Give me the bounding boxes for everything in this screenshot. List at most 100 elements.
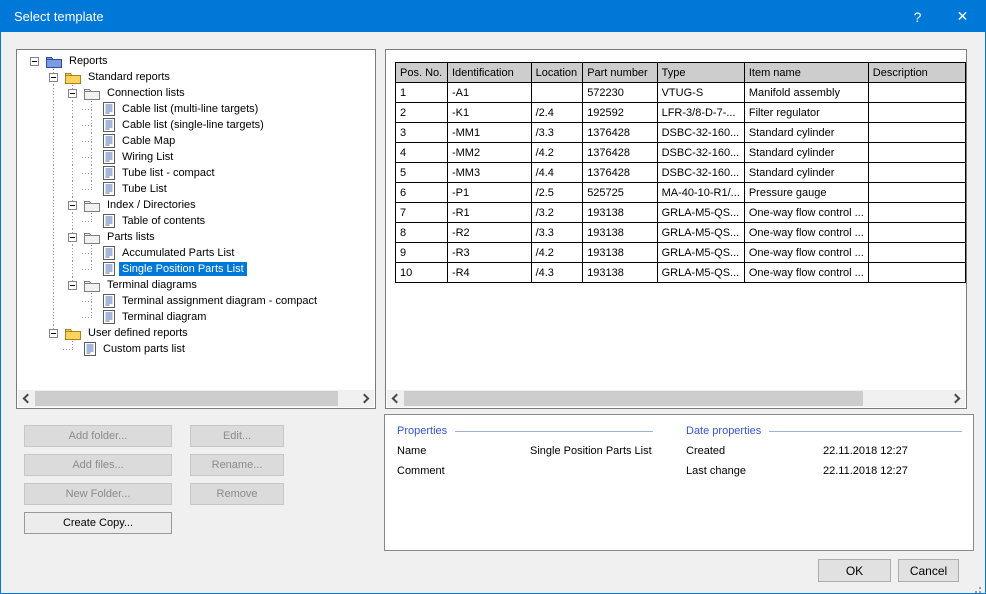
- tree-hscrollbar[interactable]: [18, 390, 374, 407]
- edit-button[interactable]: Edit...: [190, 425, 284, 447]
- table-cell: -K1: [447, 103, 531, 123]
- table-cell: -R3: [447, 243, 531, 263]
- tree-connector: [63, 277, 82, 293]
- tree-connector: [82, 261, 101, 277]
- tree-item-label: Single Position Parts List: [119, 262, 247, 276]
- tree-item-label: Custom parts list: [100, 342, 188, 356]
- property-label: Last change: [686, 465, 823, 479]
- document-icon: [103, 294, 115, 308]
- tree-item[interactable]: Single Position Parts List: [19, 261, 373, 277]
- table-hscrollbar-thumb[interactable]: [404, 391, 863, 406]
- tree-hscrollbar-thumb[interactable]: [35, 391, 338, 406]
- left-button-column: Add folder... Add files... New Folder... Cr…: [24, 425, 172, 541]
- tree-branch-line: [82, 141, 92, 142]
- tree-item[interactable]: Custom parts list: [19, 341, 373, 357]
- table-cell: [868, 223, 965, 243]
- tree-guide-line: [63, 293, 82, 309]
- folder-gray-icon: [84, 279, 100, 292]
- column-header: Identification: [447, 63, 531, 83]
- tree-connector: [63, 197, 82, 213]
- table-cell: /2.5: [531, 183, 583, 203]
- table-cell: Standard cylinder: [744, 123, 868, 143]
- table-body: 1-A1572230VTUG-SManifold assembly2-K1/2.…: [396, 83, 966, 283]
- tree-item[interactable]: Cable Map: [19, 133, 373, 149]
- tree-item[interactable]: Connection lists: [19, 85, 373, 101]
- expand-toggle-icon[interactable]: [49, 329, 58, 338]
- scroll-left-arrow-icon[interactable]: [387, 390, 404, 407]
- tree-item[interactable]: Reports: [19, 53, 373, 69]
- new-folder-button[interactable]: New Folder...: [24, 483, 172, 505]
- remove-button[interactable]: Remove: [190, 483, 284, 505]
- tree-guide-line: [44, 245, 63, 261]
- tree-guide-line: [25, 213, 44, 229]
- table-cell: [531, 83, 583, 103]
- ok-button[interactable]: OK: [818, 559, 891, 582]
- tree-item[interactable]: Tube List: [19, 181, 373, 197]
- create-copy-button[interactable]: Create Copy...: [24, 512, 172, 534]
- tree-item[interactable]: Terminal diagram: [19, 309, 373, 325]
- table-row: 3-MM1/3.31376428DSBC-32-160...Standard c…: [396, 123, 966, 143]
- table-cell: One-way flow control ...: [744, 263, 868, 283]
- tree-item[interactable]: Index / Directories: [19, 197, 373, 213]
- tree-item-label: Terminal diagrams: [104, 278, 200, 292]
- table-cell: Pressure gauge: [744, 183, 868, 203]
- tree-guide-line: [63, 133, 82, 149]
- table-cell: 1376428: [583, 143, 657, 163]
- cancel-button[interactable]: Cancel: [898, 559, 959, 582]
- table-cell: [868, 103, 965, 123]
- table-cell: -MM2: [447, 143, 531, 163]
- properties-title: Properties: [397, 425, 447, 437]
- expand-toggle-icon[interactable]: [49, 73, 58, 82]
- scroll-right-arrow-icon[interactable]: [357, 390, 374, 407]
- tree-item[interactable]: Standard reports: [19, 69, 373, 85]
- tree-item[interactable]: Cable list (multi-line targets): [19, 101, 373, 117]
- column-header: Item name: [744, 63, 868, 83]
- expand-toggle-icon[interactable]: [68, 201, 77, 210]
- tree-guide-line: [63, 309, 82, 325]
- table-cell: 2: [396, 103, 448, 123]
- table-cell: GRLA-M5-QS...: [657, 263, 744, 283]
- property-value: [530, 465, 655, 479]
- tree-item[interactable]: Cable list (single-line targets): [19, 117, 373, 133]
- expand-toggle-icon[interactable]: [30, 57, 39, 66]
- document-icon: [84, 342, 96, 356]
- tree-guide-line: [44, 341, 63, 357]
- add-files-button[interactable]: Add files...: [24, 454, 172, 476]
- tree-guide-line: [63, 165, 82, 181]
- table-cell: /3.3: [531, 223, 583, 243]
- tree-guide-line: [63, 261, 82, 277]
- table-cell: One-way flow control ...: [744, 243, 868, 263]
- table-cell: 572230: [583, 83, 657, 103]
- rename-button[interactable]: Rename...: [190, 454, 284, 476]
- scroll-left-arrow-icon[interactable]: [18, 390, 35, 407]
- scroll-right-arrow-icon[interactable]: [948, 390, 965, 407]
- expand-toggle-icon[interactable]: [68, 89, 77, 98]
- tree-item[interactable]: Accumulated Parts List: [19, 245, 373, 261]
- tree-item[interactable]: Wiring List: [19, 149, 373, 165]
- add-folder-button[interactable]: Add folder...: [24, 425, 172, 447]
- tree-item-label: Reports: [66, 54, 111, 68]
- tree-item[interactable]: Terminal assignment diagram - compact: [19, 293, 373, 309]
- resize-grip[interactable]: [979, 587, 981, 589]
- close-icon[interactable]: ✕: [940, 1, 985, 32]
- table-row: 1-A1572230VTUG-SManifold assembly: [396, 83, 966, 103]
- table-hscrollbar[interactable]: [387, 390, 965, 407]
- tree-item[interactable]: Tube list - compact: [19, 165, 373, 181]
- tree-item[interactable]: User defined reports: [19, 325, 373, 341]
- tree-item[interactable]: Terminal diagrams: [19, 277, 373, 293]
- folder-blue-icon: [46, 55, 62, 68]
- tree-guide-line: [44, 117, 63, 133]
- table-cell: -R4: [447, 263, 531, 283]
- help-icon[interactable]: ?: [895, 1, 940, 32]
- document-icon: [103, 150, 115, 164]
- expand-toggle-icon[interactable]: [68, 281, 77, 290]
- table-cell: GRLA-M5-QS...: [657, 203, 744, 223]
- tree-guide-line: [44, 133, 63, 149]
- expand-toggle-icon[interactable]: [68, 233, 77, 242]
- date-properties-fields: Created22.11.2018 12:27Last change22.11.…: [686, 445, 964, 479]
- tree-connector: [82, 117, 101, 133]
- tree-connector: [25, 53, 44, 69]
- tree-item[interactable]: Table of contents: [19, 213, 373, 229]
- tree-item[interactable]: Parts lists: [19, 229, 373, 245]
- properties-group: Properties NameSingle Position Parts Lis…: [397, 423, 655, 479]
